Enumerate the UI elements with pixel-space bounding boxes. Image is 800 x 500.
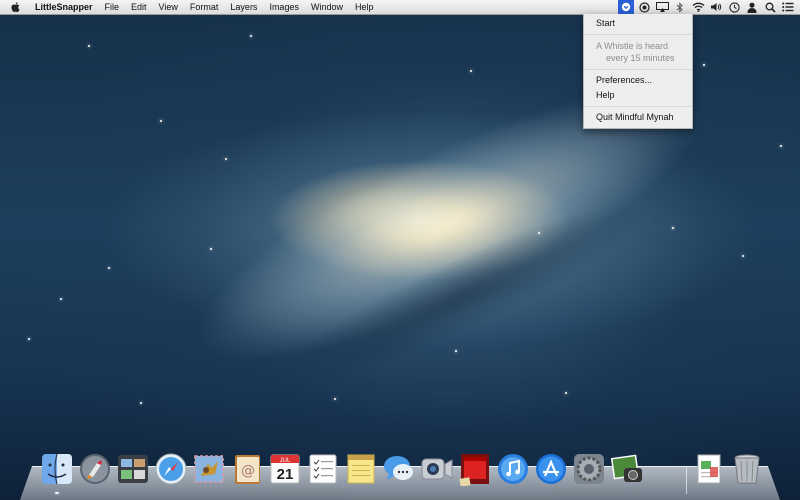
- menu-edit[interactable]: Edit: [125, 0, 153, 14]
- airplay-icon[interactable]: [654, 0, 670, 14]
- system-preferences-icon[interactable]: [572, 452, 606, 486]
- mail-icon[interactable]: [192, 452, 226, 486]
- star: [60, 298, 62, 300]
- whistle-status-text: A Whistle is heard every 15 minutes: [584, 38, 692, 66]
- star: [538, 232, 540, 234]
- user-icon[interactable]: [744, 0, 760, 14]
- menu-bar: LittleSnapper File Edit View Format Laye…: [0, 0, 800, 15]
- dock: @ JUL 21: [30, 446, 780, 500]
- calendar-icon[interactable]: JUL 21: [268, 452, 302, 486]
- menu-layers[interactable]: Layers: [224, 0, 263, 14]
- calendar-month-text: JUL: [280, 458, 291, 464]
- facetime-icon[interactable]: [420, 452, 454, 486]
- menu-item-quit[interactable]: Quit Mindful Mynah: [584, 110, 692, 125]
- wifi-icon[interactable]: [690, 0, 706, 14]
- apple-menu-icon[interactable]: [11, 1, 21, 13]
- volume-icon[interactable]: [708, 0, 724, 14]
- trash-icon[interactable]: [730, 452, 764, 486]
- itunes-icon[interactable]: [496, 452, 530, 486]
- star: [225, 158, 227, 160]
- star: [108, 267, 110, 269]
- star: [672, 227, 674, 229]
- reminders-icon[interactable]: [306, 452, 340, 486]
- menu-item-start[interactable]: Start: [584, 16, 692, 31]
- menu-file[interactable]: File: [99, 0, 126, 14]
- contacts-icon[interactable]: @: [230, 452, 264, 486]
- iphoto-icon[interactable]: [610, 452, 644, 486]
- menu-window[interactable]: Window: [305, 0, 349, 14]
- photo-booth-icon[interactable]: [458, 452, 492, 486]
- star: [565, 392, 567, 394]
- star: [470, 70, 472, 72]
- bluetooth-icon[interactable]: [672, 0, 688, 14]
- star: [703, 64, 705, 66]
- menu-separator: [584, 69, 692, 70]
- app-menu-littlesnapper[interactable]: LittleSnapper: [29, 0, 99, 14]
- status-menu-area: [616, 0, 796, 14]
- time-machine-icon[interactable]: [636, 0, 652, 14]
- star: [28, 338, 30, 340]
- calendar-day-text: 21: [277, 466, 294, 483]
- spotlight-icon[interactable]: [762, 0, 778, 14]
- menu-help[interactable]: Help: [349, 0, 380, 14]
- star: [140, 402, 142, 404]
- notes-icon[interactable]: [344, 452, 378, 486]
- svg-text:@: @: [241, 463, 255, 479]
- menu-item-preferences[interactable]: Preferences...: [584, 73, 692, 88]
- star: [334, 398, 336, 400]
- menu-separator: [584, 106, 692, 107]
- mission-control-icon[interactable]: [116, 452, 150, 486]
- mynah-menu-icon[interactable]: [618, 0, 634, 14]
- whistle-status-line1: A Whistle is heard: [596, 41, 669, 51]
- finder-running-indicator: [55, 492, 59, 494]
- star: [88, 45, 90, 47]
- dock-separator: [686, 468, 687, 494]
- documents-stack-icon[interactable]: [692, 452, 726, 486]
- menu-images[interactable]: Images: [263, 0, 305, 14]
- star: [455, 350, 457, 352]
- launchpad-icon[interactable]: [78, 452, 112, 486]
- star: [250, 35, 252, 37]
- menu-separator: [584, 34, 692, 35]
- menu-item-help[interactable]: Help: [584, 88, 692, 103]
- star: [160, 120, 162, 122]
- star: [742, 255, 744, 257]
- star: [780, 145, 782, 147]
- notification-center-icon[interactable]: [780, 0, 796, 14]
- safari-icon[interactable]: [154, 452, 188, 486]
- finder-icon[interactable]: [40, 452, 74, 486]
- messages-icon[interactable]: [382, 452, 416, 486]
- star: [210, 248, 212, 250]
- menu-format[interactable]: Format: [184, 0, 225, 14]
- menu-view[interactable]: View: [153, 0, 184, 14]
- mynah-status-menu: Start A Whistle is heard every 15 minute…: [583, 14, 693, 129]
- clock-icon[interactable]: [726, 0, 742, 14]
- app-store-icon[interactable]: [534, 452, 568, 486]
- whistle-status-line2: every 15 minutes: [606, 53, 675, 63]
